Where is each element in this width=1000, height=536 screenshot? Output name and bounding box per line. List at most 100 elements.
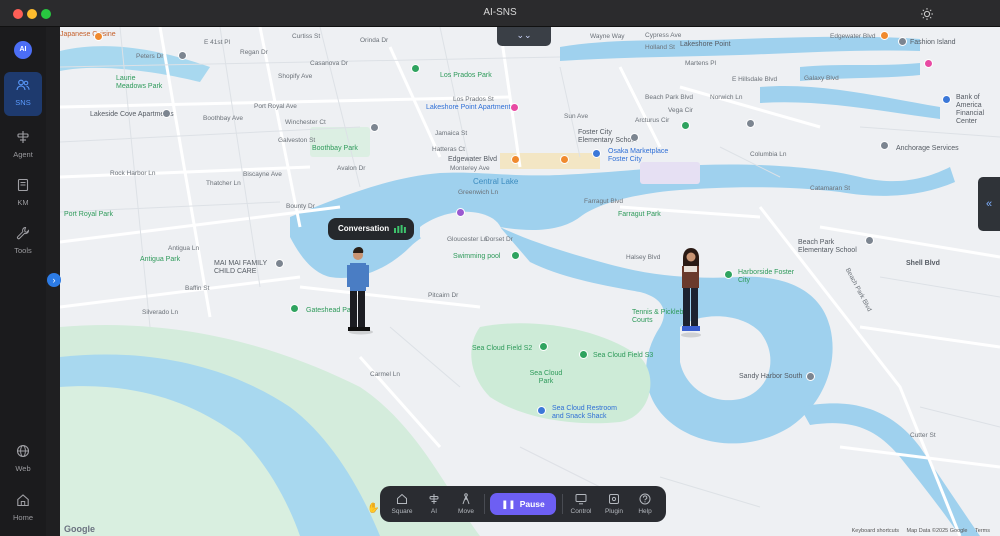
map-data-label: Map Data ©2025 Google — [906, 528, 968, 534]
audio-bars-icon — [394, 225, 406, 233]
panel-collapse-chevrons-icon[interactable]: « — [978, 177, 1000, 231]
top-drawer-chevron-icon[interactable]: ⌄⌄ — [497, 27, 551, 46]
place-label: Hatteras Ct — [432, 146, 465, 153]
pause-button[interactable]: ❚❚ Pause — [490, 493, 556, 515]
sidebar-item-sns[interactable]: SNS — [4, 72, 42, 116]
pool-pin-icon[interactable] — [456, 208, 465, 217]
theme-sun-icon[interactable] — [920, 7, 934, 21]
agent-avatar-man[interactable] — [346, 247, 376, 335]
place-label: Galveston St — [278, 137, 316, 144]
bank-pin-icon[interactable] — [942, 95, 951, 104]
square-icon — [397, 493, 407, 504]
place-label: Farragut Blvd — [584, 198, 624, 205]
place-pin-icon[interactable] — [865, 236, 874, 245]
map-canvas — [60, 27, 1000, 536]
ai-icon — [429, 494, 439, 504]
place-label: Central Lake — [473, 177, 519, 186]
ai-button[interactable]: AI — [420, 491, 448, 519]
shopping-pin-icon[interactable] — [510, 103, 519, 112]
park-pin-icon[interactable] — [539, 342, 548, 351]
place-pin-icon[interactable] — [162, 109, 171, 118]
restaurant-pin-icon[interactable] — [880, 31, 889, 40]
sidebar-item-tools[interactable]: Tools — [4, 220, 42, 264]
place-label: Arcturus Cir — [635, 117, 670, 124]
agent-avatar-woman[interactable] — [678, 248, 704, 338]
sidebar-item-label: Agent — [13, 150, 33, 159]
place-label: Regan Dr — [240, 49, 268, 56]
plugin-icon — [609, 494, 619, 504]
place-pin-icon[interactable] — [880, 141, 889, 150]
expand-sidebar-chevron-icon[interactable]: › — [47, 273, 61, 287]
park-pin-icon[interactable] — [290, 304, 299, 313]
place-label: Casanova Dr — [310, 60, 348, 67]
place-label: Cypress Ave — [645, 32, 682, 39]
park-pin-icon[interactable] — [681, 121, 690, 130]
sidebar-item-label: Tools — [14, 246, 32, 255]
sidebar-item-km[interactable]: KM — [4, 172, 42, 216]
terms-link[interactable]: Terms — [975, 528, 990, 534]
park-pin-icon[interactable] — [579, 350, 588, 359]
place-label: Boothbay Ave — [203, 115, 243, 122]
place-label: Winchester Ct — [285, 119, 326, 126]
help-button[interactable]: Help — [631, 491, 659, 519]
sidebar-item-home[interactable]: Home — [4, 487, 42, 531]
sidebar-item-agent[interactable]: Agent — [4, 124, 42, 168]
place-label: Lakeshore Point — [680, 41, 731, 48]
move-button[interactable]: Move — [452, 491, 480, 519]
wrench-icon — [16, 226, 30, 240]
globe-icon — [16, 444, 30, 458]
place-pin-icon[interactable] — [370, 123, 379, 132]
plugin-button[interactable]: Plugin — [600, 491, 628, 519]
sidebar-item-web[interactable]: Web — [4, 438, 42, 482]
restroom-pin-icon[interactable] — [537, 406, 546, 415]
park-pin-icon[interactable] — [411, 64, 420, 73]
shopping-pin-icon[interactable] — [592, 149, 601, 158]
bottom-toolbar: Square AI Move ❚❚ Pause Control Plugin H… — [380, 486, 666, 522]
place-label: Foster City Elementary School — [578, 129, 637, 144]
place-pin-icon[interactable] — [275, 259, 284, 268]
park-pin-icon[interactable] — [724, 270, 733, 279]
home-icon — [17, 494, 29, 507]
pause-icon: ❚❚ — [501, 499, 520, 509]
monitor-icon — [575, 494, 587, 505]
place-label: Bank of America Financial Center — [956, 94, 985, 125]
control-button[interactable]: Control — [567, 491, 595, 519]
place-pin-icon[interactable] — [746, 119, 755, 128]
place-label: E Hillsdale Blvd — [732, 76, 778, 83]
place-label: Laurie Meadows Park — [116, 75, 163, 90]
place-label: Rock Harbor Ln — [110, 170, 156, 177]
place-label: Jamaica St — [435, 130, 468, 137]
place-pin-icon[interactable] — [806, 372, 815, 381]
place-label: Lakeshore Point Apartments — [426, 104, 514, 111]
help-label: Help — [638, 508, 652, 515]
place-pin-icon[interactable] — [178, 51, 187, 60]
park-pin-icon[interactable] — [511, 251, 520, 260]
place-label: Silverado Ln — [142, 309, 179, 316]
map-view[interactable]: ⌄⌄ « Japanese Cuisine E 41st Pl Curtiss … — [60, 27, 1000, 536]
sidebar-item-label: SNS — [15, 98, 31, 107]
place-pin-icon[interactable] — [898, 37, 907, 46]
shopping-pin-icon[interactable] — [924, 59, 933, 68]
place-label: Avalon Dr — [337, 165, 366, 172]
place-label: Anchorage Services — [896, 145, 959, 152]
place-label: Wayne Way — [590, 33, 625, 40]
toolbar-divider — [484, 494, 485, 514]
place-label: Orinda Dr — [360, 37, 389, 44]
place-label: Curtiss St — [292, 33, 321, 40]
place-label: Catamaran St — [810, 185, 851, 192]
place-label: Norwich Ln — [710, 94, 743, 101]
place-label: Osaka Marketplace Foster City — [608, 148, 669, 163]
place-label: Sea Cloud Field S3 — [593, 352, 654, 359]
restaurant-pin-icon[interactable] — [94, 32, 103, 41]
avatar[interactable]: AI — [14, 41, 32, 59]
sidebar-item-label: KM — [17, 198, 29, 207]
title-bar: AI-SNS — [0, 0, 1000, 27]
restaurant-pin-icon[interactable] — [560, 155, 569, 164]
help-icon — [639, 493, 651, 505]
conversation-bubble[interactable]: Conversation — [328, 218, 414, 240]
keyboard-shortcuts-link[interactable]: Keyboard shortcuts — [852, 528, 899, 534]
place-pin-icon[interactable] — [630, 133, 639, 142]
place-label: Harborside Foster City — [738, 269, 795, 284]
restaurant-pin-icon[interactable] — [511, 155, 520, 164]
square-button[interactable]: Square — [388, 491, 416, 519]
